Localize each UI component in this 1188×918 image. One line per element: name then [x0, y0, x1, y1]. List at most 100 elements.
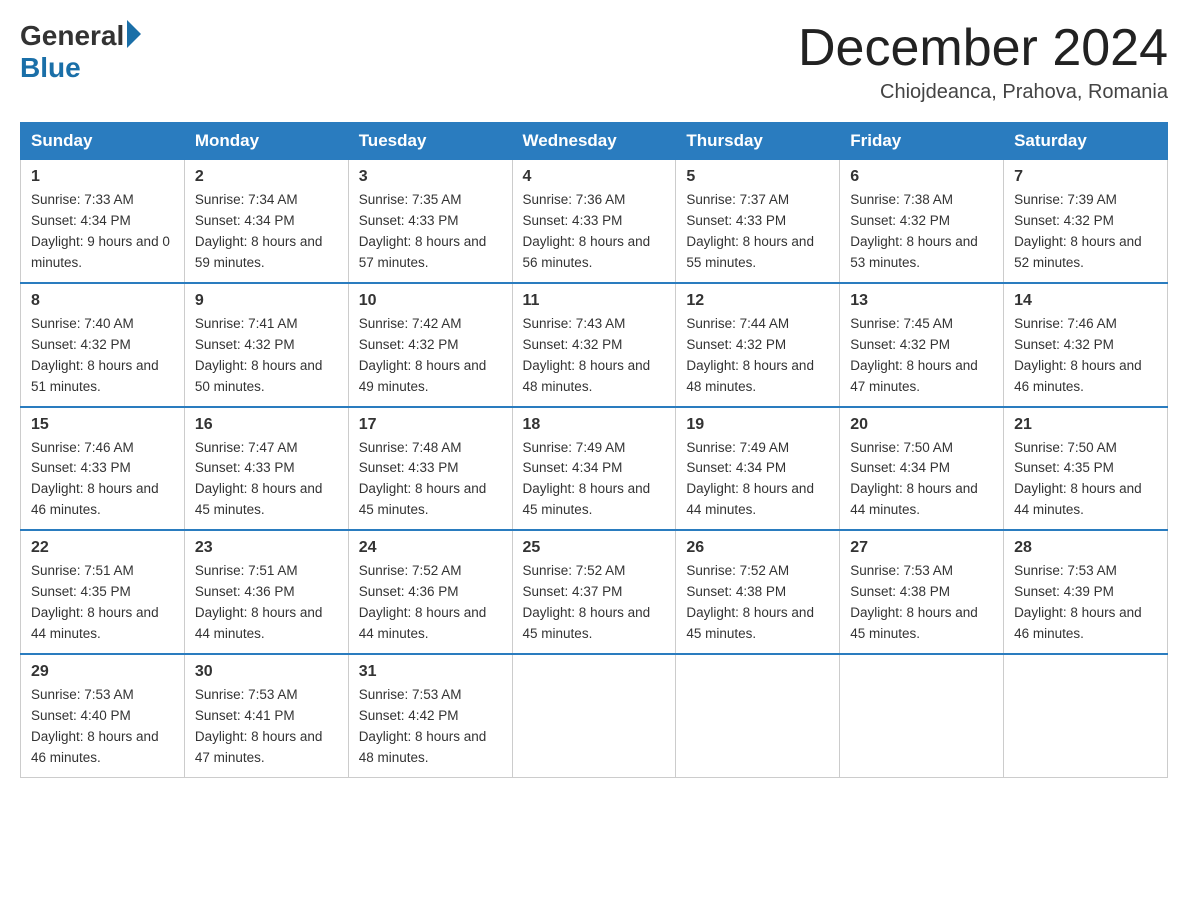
day-number: 2 — [195, 168, 338, 186]
day-cell-31: 31 Sunrise: 7:53 AMSunset: 4:42 PMDayligh… — [348, 654, 512, 777]
week-row-4: 22 Sunrise: 7:51 AMSunset: 4:35 PMDayligh… — [21, 530, 1168, 654]
day-cell-17: 17 Sunrise: 7:48 AMSunset: 4:33 PMDayligh… — [348, 407, 512, 531]
day-info: Sunrise: 7:53 AMSunset: 4:40 PMDaylight:… — [31, 687, 159, 765]
day-cell-5: 5 Sunrise: 7:37 AMSunset: 4:33 PMDaylight… — [676, 160, 840, 283]
day-cell-25: 25Sunrise: 7:52 AMSunset: 4:37 PMDayligh… — [512, 530, 676, 654]
day-cell-23: 23Sunrise: 7:51 AMSunset: 4:36 PMDayligh… — [184, 530, 348, 654]
logo-blue-text: Blue — [20, 52, 81, 84]
day-cell-22: 22 Sunrise: 7:51 AMSunset: 4:35 PMDayligh… — [21, 530, 185, 654]
week-row-2: 8Sunrise: 7:40 AMSunset: 4:32 PMDaylight… — [21, 283, 1168, 407]
day-info: Sunrise: 7:53 AMSunset: 4:42 PMDaylight:… — [359, 687, 487, 765]
day-number: 1 — [31, 168, 174, 186]
day-info: Sunrise: 7:53 AMSunset: 4:39 PMDaylight:… — [1014, 563, 1142, 641]
day-cell-9: 9 Sunrise: 7:41 AMSunset: 4:32 PMDaylight… — [184, 283, 348, 407]
empty-cell — [676, 654, 840, 777]
weekday-header-friday: Friday — [840, 123, 1004, 160]
day-number: 26 — [686, 539, 829, 557]
weekday-header-saturday: Saturday — [1004, 123, 1168, 160]
day-number: 17 — [359, 416, 502, 434]
day-cell-24: 24Sunrise: 7:52 AMSunset: 4:36 PMDayligh… — [348, 530, 512, 654]
day-number: 25 — [523, 539, 666, 557]
day-cell-3: 3 Sunrise: 7:35 AMSunset: 4:33 PMDaylight… — [348, 160, 512, 283]
day-cell-11: 11 Sunrise: 7:43 AMSunset: 4:32 PMDayligh… — [512, 283, 676, 407]
day-cell-29: 29 Sunrise: 7:53 AMSunset: 4:40 PMDayligh… — [21, 654, 185, 777]
day-cell-12: 12 Sunrise: 7:44 AMSunset: 4:32 PMDayligh… — [676, 283, 840, 407]
day-info: Sunrise: 7:46 AMSunset: 4:33 PMDaylight:… — [31, 440, 159, 518]
day-info: Sunrise: 7:36 AMSunset: 4:33 PMDaylight:… — [523, 192, 651, 270]
weekday-header-tuesday: Tuesday — [348, 123, 512, 160]
day-number: 19 — [686, 416, 829, 434]
day-number: 8 — [31, 292, 174, 310]
day-info: Sunrise: 7:48 AMSunset: 4:33 PMDaylight:… — [359, 440, 487, 518]
day-info: Sunrise: 7:41 AMSunset: 4:32 PMDaylight:… — [195, 316, 323, 394]
day-info: Sunrise: 7:51 AMSunset: 4:36 PMDaylight:… — [195, 563, 323, 641]
day-number: 12 — [686, 292, 829, 310]
day-cell-26: 26 Sunrise: 7:52 AMSunset: 4:38 PMDayligh… — [676, 530, 840, 654]
day-number: 15 — [31, 416, 174, 434]
day-cell-21: 21Sunrise: 7:50 AMSunset: 4:35 PMDayligh… — [1004, 407, 1168, 531]
day-info: Sunrise: 7:46 AMSunset: 4:32 PMDaylight:… — [1014, 316, 1142, 394]
day-cell-4: 4Sunrise: 7:36 AMSunset: 4:33 PMDaylight… — [512, 160, 676, 283]
day-cell-14: 14 Sunrise: 7:46 AMSunset: 4:32 PMDayligh… — [1004, 283, 1168, 407]
day-number: 20 — [850, 416, 993, 434]
day-info: Sunrise: 7:47 AMSunset: 4:33 PMDaylight:… — [195, 440, 323, 518]
day-info: Sunrise: 7:42 AMSunset: 4:32 PMDaylight:… — [359, 316, 487, 394]
day-info: Sunrise: 7:35 AMSunset: 4:33 PMDaylight:… — [359, 192, 487, 270]
day-cell-30: 30Sunrise: 7:53 AMSunset: 4:41 PMDayligh… — [184, 654, 348, 777]
logo: General Blue — [20, 20, 141, 84]
day-number: 16 — [195, 416, 338, 434]
day-number: 11 — [523, 292, 666, 310]
subtitle: Chiojdeanca, Prahova, Romania — [798, 81, 1168, 104]
day-cell-19: 19Sunrise: 7:49 AMSunset: 4:34 PMDayligh… — [676, 407, 840, 531]
day-number: 28 — [1014, 539, 1157, 557]
day-number: 29 — [31, 663, 174, 681]
day-cell-7: 7 Sunrise: 7:39 AMSunset: 4:32 PMDaylight… — [1004, 160, 1168, 283]
day-info: Sunrise: 7:52 AMSunset: 4:38 PMDaylight:… — [686, 563, 814, 641]
day-number: 18 — [523, 416, 666, 434]
day-info: Sunrise: 7:38 AMSunset: 4:32 PMDaylight:… — [850, 192, 978, 270]
empty-cell — [840, 654, 1004, 777]
empty-cell — [1004, 654, 1168, 777]
day-info: Sunrise: 7:37 AMSunset: 4:33 PMDaylight:… — [686, 192, 814, 270]
day-info: Sunrise: 7:45 AMSunset: 4:32 PMDaylight:… — [850, 316, 978, 394]
day-number: 5 — [686, 168, 829, 186]
day-number: 14 — [1014, 292, 1157, 310]
day-cell-27: 27 Sunrise: 7:53 AMSunset: 4:38 PMDayligh… — [840, 530, 1004, 654]
empty-cell — [512, 654, 676, 777]
day-info: Sunrise: 7:43 AMSunset: 4:32 PMDaylight:… — [523, 316, 651, 394]
day-info: Sunrise: 7:50 AMSunset: 4:35 PMDaylight:… — [1014, 440, 1142, 518]
day-number: 27 — [850, 539, 993, 557]
day-info: Sunrise: 7:44 AMSunset: 4:32 PMDaylight:… — [686, 316, 814, 394]
day-cell-1: 1 Sunrise: 7:33 AMSunset: 4:34 PMDaylight… — [21, 160, 185, 283]
day-number: 10 — [359, 292, 502, 310]
title-area: December 2024 Chiojdeanca, Prahova, Roma… — [798, 20, 1168, 104]
day-number: 6 — [850, 168, 993, 186]
weekday-header-sunday: Sunday — [21, 123, 185, 160]
day-cell-28: 28 Sunrise: 7:53 AMSunset: 4:39 PMDayligh… — [1004, 530, 1168, 654]
header: General Blue December 2024 Chiojdeanca, … — [20, 20, 1168, 104]
week-row-5: 29 Sunrise: 7:53 AMSunset: 4:40 PMDayligh… — [21, 654, 1168, 777]
day-info: Sunrise: 7:34 AMSunset: 4:34 PMDaylight:… — [195, 192, 323, 270]
day-info: Sunrise: 7:33 AMSunset: 4:34 PMDaylight:… — [31, 192, 170, 270]
logo-arrow-icon — [127, 20, 141, 48]
day-cell-18: 18 Sunrise: 7:49 AMSunset: 4:34 PMDayligh… — [512, 407, 676, 531]
day-cell-13: 13 Sunrise: 7:45 AMSunset: 4:32 PMDayligh… — [840, 283, 1004, 407]
day-info: Sunrise: 7:39 AMSunset: 4:32 PMDaylight:… — [1014, 192, 1142, 270]
day-cell-15: 15 Sunrise: 7:46 AMSunset: 4:33 PMDayligh… — [21, 407, 185, 531]
day-number: 7 — [1014, 168, 1157, 186]
day-number: 22 — [31, 539, 174, 557]
day-info: Sunrise: 7:52 AMSunset: 4:36 PMDaylight:… — [359, 563, 487, 641]
day-info: Sunrise: 7:53 AMSunset: 4:38 PMDaylight:… — [850, 563, 978, 641]
day-number: 9 — [195, 292, 338, 310]
calendar: SundayMondayTuesdayWednesdayThursdayFrid… — [20, 122, 1168, 777]
day-number: 13 — [850, 292, 993, 310]
weekday-header-monday: Monday — [184, 123, 348, 160]
day-info: Sunrise: 7:51 AMSunset: 4:35 PMDaylight:… — [31, 563, 159, 641]
day-number: 3 — [359, 168, 502, 186]
day-info: Sunrise: 7:49 AMSunset: 4:34 PMDaylight:… — [523, 440, 651, 518]
day-cell-10: 10 Sunrise: 7:42 AMSunset: 4:32 PMDayligh… — [348, 283, 512, 407]
day-info: Sunrise: 7:50 AMSunset: 4:34 PMDaylight:… — [850, 440, 978, 518]
day-cell-2: 2 Sunrise: 7:34 AMSunset: 4:34 PMDaylight… — [184, 160, 348, 283]
day-info: Sunrise: 7:53 AMSunset: 4:41 PMDaylight:… — [195, 687, 323, 765]
day-number: 31 — [359, 663, 502, 681]
